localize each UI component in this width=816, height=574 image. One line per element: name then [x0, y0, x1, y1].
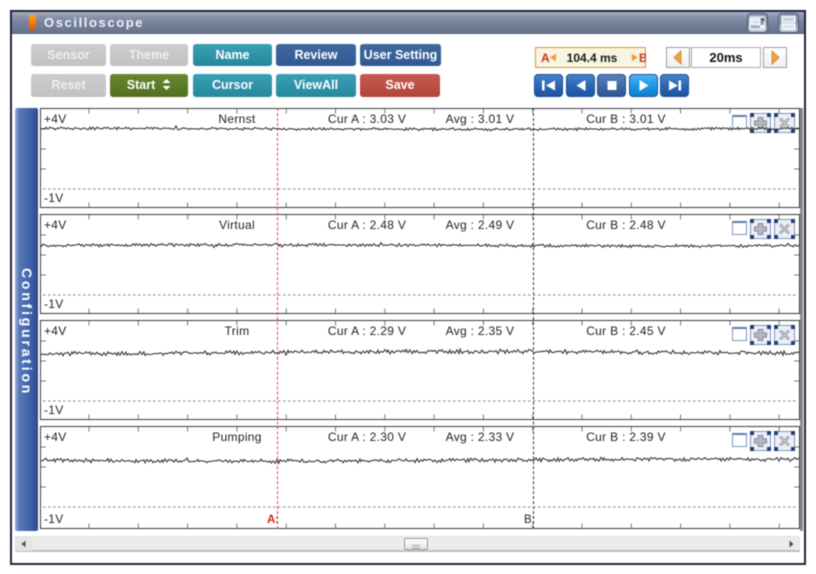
- svg-text:A: A: [541, 51, 550, 65]
- svg-text:B: B: [639, 53, 646, 65]
- svg-text:104.4 ms: 104.4 ms: [567, 51, 618, 65]
